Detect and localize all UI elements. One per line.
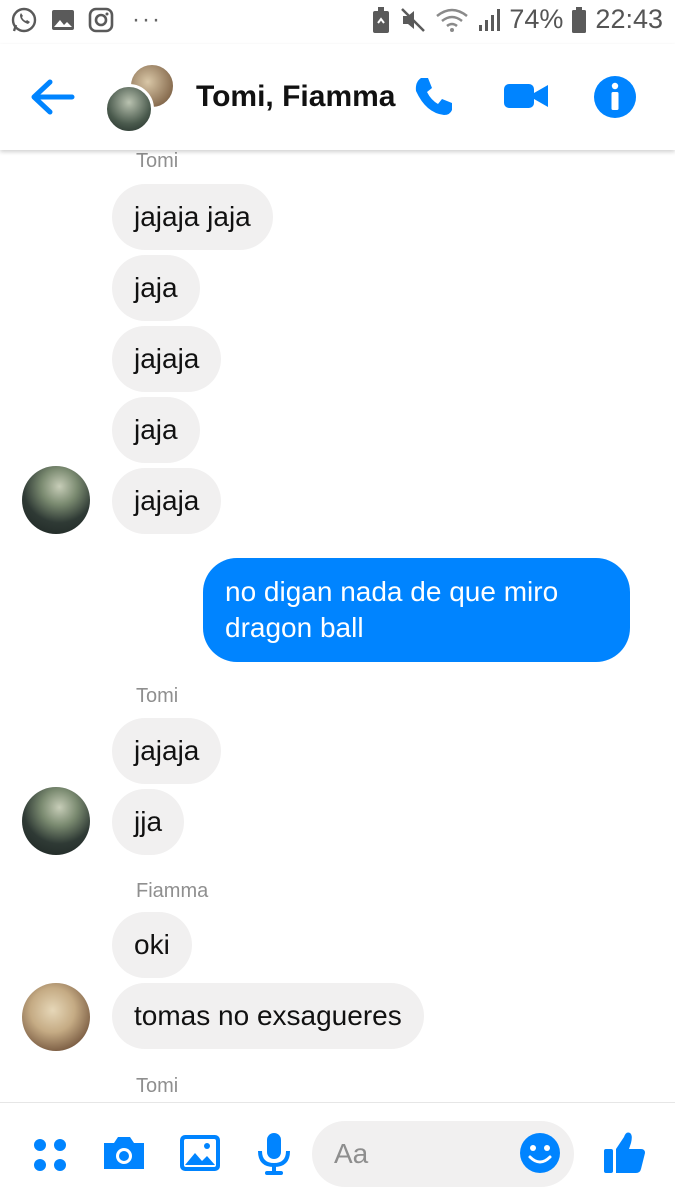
status-bar-left: ··· — [10, 6, 162, 34]
mute-icon — [399, 6, 427, 34]
microphone-icon — [250, 1133, 298, 1181]
conversation-title[interactable]: Tomi, Fiamma — [196, 80, 395, 114]
sender-label: Fiamma — [136, 880, 209, 902]
message-bubble-incoming[interactable]: jja — [112, 789, 185, 855]
video-camera-icon — [502, 84, 550, 122]
recycle-icon — [371, 5, 391, 35]
composer-bar — [0, 1102, 675, 1200]
message-bubble-incoming[interactable]: jajaja — [112, 468, 222, 534]
message-bubble-incoming[interactable]: oki — [112, 912, 192, 978]
image-icon — [50, 7, 76, 33]
thumbs-up-button[interactable] — [600, 1127, 650, 1177]
message-bubble-incoming[interactable]: jaja — [112, 397, 200, 463]
back-arrow-icon — [28, 79, 76, 122]
sender-label: Tomi — [136, 1075, 179, 1097]
wifi-icon — [435, 6, 469, 34]
thumbs-up-icon — [600, 1132, 650, 1181]
gallery-button[interactable] — [176, 1129, 224, 1177]
avatar-tomi[interactable] — [22, 466, 90, 534]
gallery-icon — [176, 1135, 224, 1181]
signal-icon — [477, 7, 501, 33]
microphone-button[interactable] — [250, 1129, 298, 1177]
emoji-icon — [518, 1133, 562, 1179]
avatar-tomi[interactable] — [22, 787, 90, 855]
apps-icon — [26, 1139, 74, 1181]
apps-button[interactable] — [26, 1129, 74, 1177]
group-avatar[interactable] — [104, 62, 176, 134]
avatar-tomi-small — [104, 84, 154, 134]
avatar-fiamma[interactable] — [22, 983, 90, 1051]
emoji-button[interactable] — [518, 1131, 562, 1175]
clock: 22:43 — [595, 4, 663, 34]
conversation-header: Tomi, Fiamma — [0, 44, 675, 150]
video-call-button[interactable] — [502, 74, 550, 122]
call-button[interactable] — [412, 74, 460, 122]
message-bubble-incoming[interactable]: jajaja jaja — [112, 184, 273, 250]
message-bubble-incoming[interactable]: jajaja — [112, 326, 222, 392]
phone-icon — [412, 78, 456, 122]
info-button[interactable] — [592, 74, 640, 122]
status-bar-right: 74% 22:43 — [371, 4, 663, 35]
camera-icon — [100, 1137, 148, 1181]
camera-button[interactable] — [100, 1129, 148, 1177]
whatsapp-icon — [10, 6, 38, 34]
sender-label: Tomi — [136, 150, 179, 172]
sender-label: Tomi — [136, 685, 179, 707]
instagram-icon — [88, 7, 114, 33]
message-input[interactable] — [334, 1121, 514, 1187]
message-bubble-incoming[interactable]: jajaja — [112, 718, 222, 784]
message-bubble-incoming[interactable]: tomas no exsagueres — [112, 983, 424, 1049]
overflow-dots: ··· — [132, 6, 162, 33]
status-bar: ··· 74% 22:43 — [0, 0, 675, 44]
message-bubble-incoming[interactable]: jaja — [112, 255, 200, 321]
message-bubble-outgoing[interactable]: no digan nada de que miro dragon ball — [203, 558, 630, 662]
battery-icon — [571, 6, 587, 34]
battery-percent: 74% — [509, 4, 564, 34]
info-icon — [592, 76, 638, 124]
back-button[interactable] — [28, 76, 76, 118]
message-list[interactable]: Tomi jajaja jaja jaja jajaja jaja jajaja… — [0, 150, 675, 1102]
